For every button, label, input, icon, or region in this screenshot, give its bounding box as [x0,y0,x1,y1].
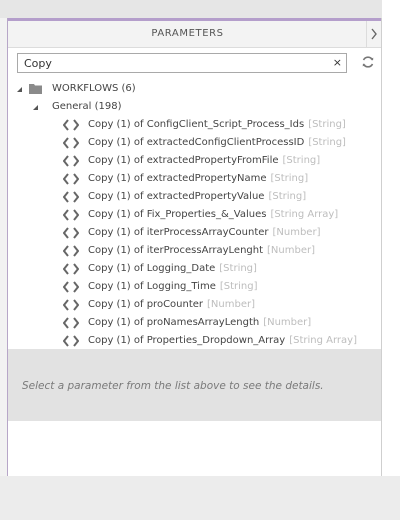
parameter-label: Copy (1) of Logging_Date [String] [88,260,257,278]
code-brackets-icon [63,155,79,167]
parameter-name: Copy (1) of ConfigClient_Script_Process_… [88,119,305,130]
parameter-name: Copy (1) of proNamesArrayLength [88,317,260,328]
code-brackets-icon [63,263,79,275]
parameter-row[interactable]: Copy (1) of Fix_Properties_&_Values [Stri… [8,206,381,224]
tree-node-general[interactable]: General (198) [8,98,381,116]
parameter-row[interactable]: Copy (1) of extractedPropertyValue [Strin… [8,188,381,206]
parameter-name: Copy (1) of iterProcessArrayLenght [88,245,264,256]
parameter-name: Copy (1) of iterProcessArrayCounter [88,227,269,238]
refresh-icon[interactable] [361,55,375,69]
parameter-label: Copy (1) of extractedPropertyValue [Strin… [88,188,306,206]
clear-search-icon[interactable]: × [333,57,342,69]
code-brackets-icon [63,191,79,203]
parameter-type: [String] [308,119,346,130]
code-brackets-icon [63,119,79,131]
search-box: × [17,53,347,73]
parameter-name: Copy (1) of extractedConfigClientProcess… [88,137,305,148]
collapse-panel-button[interactable] [366,21,381,47]
parameter-row[interactable]: Copy (1) of extractedPropertyFromFile [St… [8,152,381,170]
panel-header: PARAMETERS [8,21,381,48]
parameter-label: Copy (1) of Logging_Time [String] [88,278,258,296]
top-background [0,0,400,18]
search-input[interactable] [18,54,324,72]
parameter-row[interactable]: Copy (1) of Properties_Dropdown_Array [St… [8,332,381,350]
parameter-type: [String Array] [289,335,357,346]
parameter-type: [Number] [272,227,321,238]
code-brackets-icon [63,227,79,239]
panel-title: PARAMETERS [151,28,224,39]
parameter-row[interactable]: Copy (1) of proNamesArrayLength [Number] [8,314,381,332]
parameter-label: Copy (1) of proNamesArrayLength [Number] [88,314,311,332]
parameter-type: [Number] [207,299,256,310]
parameter-name: Copy (1) of extractedPropertyFromFile [88,155,279,166]
parameter-label: Copy (1) of extractedConfigClientProcess… [88,134,346,152]
tree-node-label: WORKFLOWS (6) [52,83,136,94]
parameter-row[interactable]: Copy (1) of ConfigClient_Script_Process_… [8,116,381,134]
parameter-type: [String] [219,281,258,292]
tree-node-workflows[interactable]: WORKFLOWS (6) [8,80,381,98]
bottom-background [0,476,400,520]
code-brackets-icon [63,209,79,221]
parameters-panel: PARAMETERS × WORKFLOWS (6) [7,18,382,476]
parameter-label: Copy (1) of iterProcessArrayCounter [Numb… [88,224,320,242]
code-brackets-icon [63,245,79,257]
folder-icon [29,84,42,94]
parameter-type: [Number] [267,245,316,256]
code-brackets-icon [63,281,79,293]
parameter-row[interactable]: Copy (1) of proCounter [Number] [8,296,381,314]
code-brackets-icon [63,335,79,347]
parameter-type: [Number] [263,317,312,328]
parameter-row[interactable]: Copy (1) of iterProcessArrayLenght [Numbe… [8,242,381,260]
parameter-type: [String] [219,263,257,274]
parameter-name: Copy (1) of Fix_Properties_&_Values [88,209,267,220]
parameter-name: Copy (1) of Logging_Date [88,263,216,274]
parameter-label: Copy (1) of Fix_Properties_&_Values [Stri… [88,206,338,224]
code-brackets-icon [63,317,79,329]
expanded-triangle-icon[interactable] [16,86,23,93]
details-placeholder: Select a parameter from the list above t… [22,380,324,392]
parameter-name: Copy (1) of Logging_Time [88,281,216,292]
chevron-right-icon [371,28,377,40]
parameter-row[interactable]: Copy (1) of Logging_Date [String] [8,260,381,278]
parameter-name: Copy (1) of extractedPropertyName [88,173,267,184]
parameter-name: Copy (1) of proCounter [88,299,204,310]
parameter-label: Copy (1) of iterProcessArrayLenght [Numbe… [88,242,315,260]
parameter-type: [String Array] [270,209,339,220]
parameter-type: [String] [308,137,346,148]
parameter-name: Copy (1) of Properties_Dropdown_Array [88,335,286,346]
tree-node-label: General (198) [52,101,122,112]
parameter-label: Copy (1) of proCounter [Number] [88,296,255,314]
parameter-type: [String] [270,173,309,184]
parameter-row[interactable]: Copy (1) of extractedConfigClientProcess… [8,134,381,152]
details-panel: Select a parameter from the list above t… [8,349,381,421]
parameter-label: Copy (1) of extractedPropertyFromFile [St… [88,152,320,170]
parameter-name: Copy (1) of extractedPropertyValue [88,191,265,202]
parameter-row[interactable]: Copy (1) of iterProcessArrayCounter [Numb… [8,224,381,242]
parameter-type: [String] [282,155,321,166]
code-brackets-icon [63,299,79,311]
parameter-row[interactable]: Copy (1) of extractedPropertyName [String… [8,170,381,188]
right-background [382,0,400,476]
code-brackets-icon [63,173,79,185]
parameter-label: Copy (1) of extractedPropertyName [String… [88,170,308,188]
parameter-label: Copy (1) of Properties_Dropdown_Array [St… [88,332,357,350]
parameter-row[interactable]: Copy (1) of Logging_Time [String] [8,278,381,296]
parameter-label: Copy (1) of ConfigClient_Script_Process_… [88,116,346,134]
code-brackets-icon [63,137,79,149]
parameter-type: [String] [268,191,307,202]
expanded-triangle-icon[interactable] [32,104,39,111]
